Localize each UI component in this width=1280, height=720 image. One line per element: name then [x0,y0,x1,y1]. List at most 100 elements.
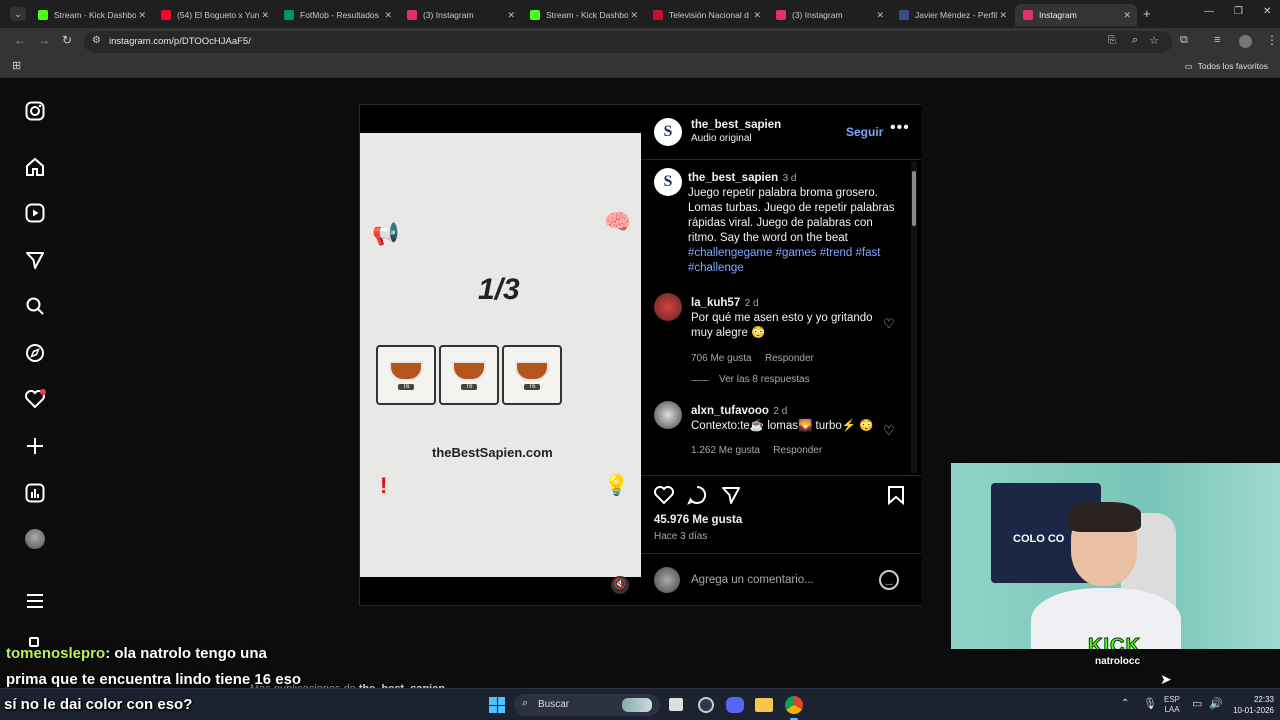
comment-avatar[interactable] [654,293,682,321]
dashboard-icon[interactable] [24,482,46,504]
language-indicator[interactable]: ESP LAA [1164,695,1180,715]
tray-chevron-icon[interactable]: ⌃ [1121,698,1129,709]
likes-count[interactable]: 45.976 Me gusta [654,514,742,526]
site-info-icon[interactable]: ⚙ [92,35,101,46]
task-view-icon[interactable] [669,698,683,711]
file-explorer-icon[interactable] [755,698,773,712]
notifications-heart-icon[interactable] [24,388,46,410]
install-app-icon[interactable]: ⎘ [1108,35,1116,46]
comment-like-icon[interactable]: ♡ [883,423,895,439]
close-tab-icon[interactable]: ✕ [261,10,269,21]
tea-cup-icon [452,360,486,381]
comment-input[interactable]: Agrega un comentario... [691,574,814,586]
discord-icon[interactable] [726,697,744,713]
comments-scrollbar[interactable] [911,161,917,473]
author-username[interactable]: the_best_sapien [691,119,781,131]
reload-icon[interactable]: ↻ [62,33,72,47]
browser-tab[interactable]: (54) El Bogueto x Yun ✕ [153,4,275,26]
steam-icon[interactable] [698,697,714,713]
caption-avatar[interactable]: S [654,168,682,196]
forward-icon[interactable]: → [38,33,50,47]
apps-grid-icon[interactable]: ⊞ [12,59,21,72]
reply-button[interactable]: Responder [765,353,814,364]
close-tab-icon[interactable]: ✕ [999,10,1007,21]
browser-tab[interactable]: Stream - Kick Dashbo ✕ [30,4,152,26]
extensions-icon[interactable]: ⧉ [1180,34,1188,47]
explore-icon[interactable] [24,342,46,364]
browser-tab[interactable]: (3) Instagram ✕ [768,4,890,26]
kick-channel-label: natrolocc [1095,656,1141,667]
close-tab-icon[interactable]: ✕ [630,10,638,21]
new-tab-icon[interactable]: + [1143,6,1151,21]
scrollbar-thumb[interactable] [912,171,916,226]
network-icon[interactable]: ▭ [1192,697,1202,710]
audio-label[interactable]: Audio original [691,133,752,144]
video-site-text: theBestSapien.com [432,445,553,460]
comment-username[interactable]: alxn_tufavooo [691,405,769,417]
url-input[interactable]: ⚙ instagram.com/p/DTOOcHJAaF5/ ⎘ ⌕ ☆ [84,31,1172,53]
browser-tab[interactable]: Televisión Nacional d ✕ [645,4,767,26]
home-icon[interactable] [24,156,46,178]
all-favorites-button[interactable]: ▭ Todos los favoritos [1185,61,1268,72]
profile-avatar[interactable] [24,528,46,550]
close-tab-icon[interactable]: ✕ [138,10,146,21]
author-avatar[interactable]: S [654,118,682,146]
volume-icon[interactable]: 🔊 [1209,697,1223,710]
media-icon[interactable]: ≡ [1214,34,1220,46]
save-icon[interactable] [887,485,905,510]
actions-divider [641,475,921,476]
minimize-icon[interactable]: — [1204,6,1214,17]
close-tab-icon[interactable]: ✕ [753,10,761,21]
browser-tab-active[interactable]: Instagram ✕ [1015,4,1137,26]
direct-messages-icon[interactable] [24,249,46,271]
reel-video[interactable]: 📢 🧠 1/3 T6 T6 T6 theBestSapien.com ! 💡 [360,133,641,577]
webcam-overlay: COLO CO KICK [951,463,1280,649]
follow-button[interactable]: Seguir [846,125,883,139]
close-window-icon[interactable]: ✕ [1263,6,1271,17]
close-tab-icon[interactable]: ✕ [1123,10,1131,21]
zoom-icon[interactable]: ⌕ [1132,34,1138,47]
more-options-icon[interactable]: ••• [890,119,910,137]
reply-button[interactable]: Responder [773,445,822,456]
close-tab-icon[interactable]: ✕ [384,10,392,21]
browser-menu-icon[interactable]: ⋮ [1266,33,1278,47]
comment-avatar[interactable] [654,401,682,429]
view-replies-button[interactable]: Ver las 8 respuestas [719,374,810,385]
maximize-icon[interactable]: ❐ [1234,6,1243,17]
clock[interactable]: 22:33 10-01-2026 [1224,694,1274,716]
tab-search-icon[interactable]: ⌄ [10,7,26,21]
close-tab-icon[interactable]: ✕ [876,10,884,21]
start-windows-icon[interactable] [489,697,505,713]
mute-icon[interactable]: 🔇 [611,576,629,594]
close-tab-icon[interactable]: ✕ [507,10,515,21]
create-icon[interactable] [24,435,46,457]
profile-avatar-icon[interactable] [1239,35,1252,48]
comment: alxn_tufavooo 2 d Contexto:te☕ lomas🌄 tu… [691,401,881,458]
comment-like-icon[interactable]: ♡ [883,316,895,332]
comment-likes[interactable]: 706 Me gusta [691,353,752,364]
share-icon[interactable] [721,485,741,510]
search-icon[interactable] [24,295,46,317]
browser-tab[interactable]: FotMob - Resultados ✕ [276,4,398,26]
instagram-logo-icon[interactable] [24,100,46,122]
chrome-icon[interactable] [785,696,803,714]
comment-username[interactable]: la_kuh57 [691,297,740,309]
browser-tab[interactable]: (3) Instagram ✕ [399,4,521,26]
comment-icon[interactable] [687,485,707,510]
caption-hashtags[interactable]: #challengegame #games #trend #fast [688,246,903,261]
reels-icon[interactable] [24,202,46,224]
comment-likes[interactable]: 1.262 Me gusta [691,445,760,456]
back-icon[interactable]: ← [14,33,26,47]
caption-username[interactable]: the_best_sapien [688,172,778,184]
microphone-icon[interactable]: 🎙 [1143,697,1157,710]
comment-text: Por qué me asen esto y yo gritando muy a… [691,312,873,339]
taskbar-search[interactable]: ⌕ Buscar [514,694,660,716]
emoji-icon[interactable]: ‿ [879,570,899,590]
kick-logo: KICK [1088,635,1141,650]
caption-hashtags[interactable]: #challenge [688,261,903,276]
like-icon[interactable] [653,485,675,510]
bookmark-star-icon[interactable]: ☆ [1149,34,1159,47]
more-menu-icon[interactable] [24,590,46,612]
browser-tab[interactable]: Stream - Kick Dashbo ✕ [522,4,644,26]
browser-tab[interactable]: Javier Méndez - Perfil ✕ [891,4,1013,26]
